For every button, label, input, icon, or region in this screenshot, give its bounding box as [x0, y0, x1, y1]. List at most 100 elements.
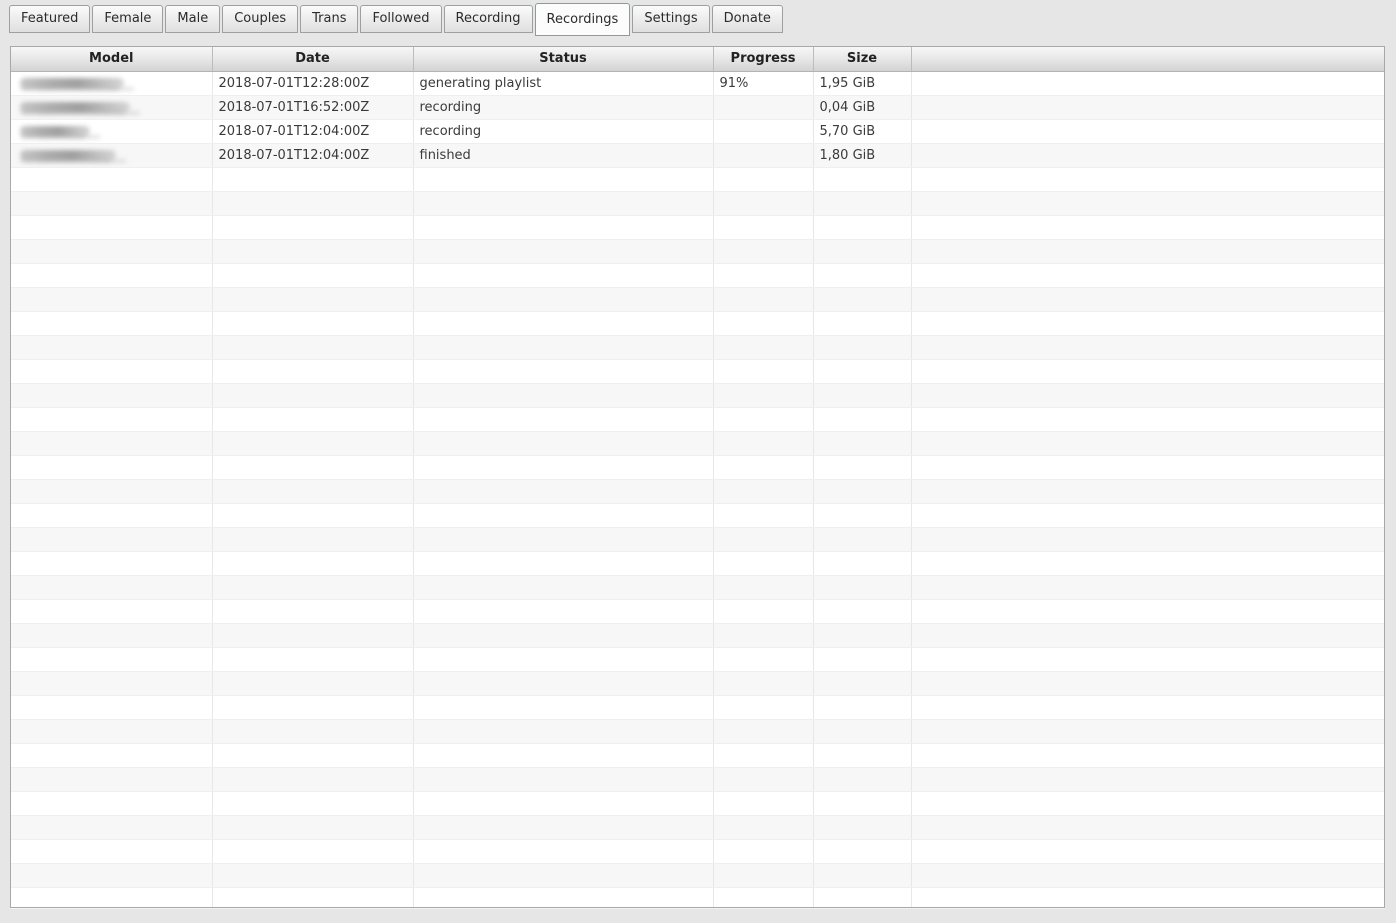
empty-cell [212, 527, 414, 552]
tab-followed[interactable]: Followed [360, 5, 442, 33]
cell-model [11, 95, 213, 120]
empty-cell [11, 431, 213, 456]
tab-male[interactable]: Male [165, 5, 221, 33]
tab-donate[interactable]: Donate [711, 5, 783, 33]
empty-cell [413, 455, 714, 480]
tab-recording[interactable]: Recording [443, 5, 533, 33]
empty-cell [713, 335, 814, 360]
empty-cell [813, 839, 912, 864]
empty-cell [911, 167, 1384, 192]
tab-female[interactable]: Female [92, 5, 164, 33]
empty-cell [813, 863, 912, 888]
empty-cell [11, 359, 213, 384]
empty-cell [713, 359, 814, 384]
empty-cell [11, 383, 213, 408]
empty-cell [413, 815, 714, 840]
cell-model [11, 143, 213, 168]
empty-cell [813, 767, 912, 792]
column-header-progress[interactable]: Progress [713, 47, 814, 72]
empty-row [11, 383, 1384, 408]
empty-cell [11, 215, 213, 240]
empty-cell [413, 551, 714, 576]
empty-cell [713, 311, 814, 336]
recording-row[interactable]: 2018-07-01T12:04:00Z finished 1,80 GiB [11, 143, 1384, 168]
empty-cell [11, 599, 213, 624]
empty-cell [11, 287, 213, 312]
empty-cell [713, 479, 814, 504]
cell-extra [911, 71, 1384, 96]
empty-cell [11, 863, 213, 888]
cell-size: 0,04 GiB [813, 95, 912, 120]
empty-cell [11, 527, 213, 552]
empty-cell [813, 575, 912, 600]
empty-cell [713, 887, 814, 907]
empty-cell [212, 623, 414, 648]
redacted-model-name [20, 126, 90, 136]
empty-cell [413, 791, 714, 816]
empty-cell [813, 191, 912, 216]
recording-row[interactable]: 2018-07-01T16:52:00Z recording 0,04 GiB [11, 95, 1384, 120]
tab-recordings[interactable]: Recordings [534, 3, 631, 36]
tab-trans[interactable]: Trans [300, 5, 359, 33]
empty-cell [713, 551, 814, 576]
empty-cell [413, 383, 714, 408]
cell-model [11, 71, 213, 96]
empty-cell [713, 671, 814, 696]
empty-cell [911, 215, 1384, 240]
recording-row[interactable]: 2018-07-01T12:04:00Z recording 5,70 GiB [11, 119, 1384, 144]
cell-progress: 91% [713, 71, 814, 96]
empty-cell [713, 863, 814, 888]
empty-cell [911, 407, 1384, 432]
empty-cell [911, 863, 1384, 888]
empty-cell [911, 791, 1384, 816]
empty-cell [911, 839, 1384, 864]
empty-cell [813, 239, 912, 264]
empty-cell [11, 239, 213, 264]
empty-cell [212, 167, 414, 192]
empty-cell [713, 743, 814, 768]
empty-cell [713, 719, 814, 744]
column-header-date[interactable]: Date [212, 47, 414, 72]
redacted-model-name [20, 102, 130, 112]
empty-cell [911, 455, 1384, 480]
empty-cell [911, 719, 1384, 744]
empty-cell [413, 167, 714, 192]
tab-couples[interactable]: Couples [222, 5, 299, 33]
empty-cell [212, 503, 414, 528]
empty-row [11, 455, 1384, 480]
empty-cell [713, 527, 814, 552]
empty-cell [911, 311, 1384, 336]
empty-row [11, 311, 1384, 336]
empty-cell [11, 671, 213, 696]
recording-row[interactable]: 2018-07-01T12:28:00Z generating playlist 9… [11, 71, 1384, 96]
cell-progress [713, 143, 814, 168]
empty-cell [212, 599, 414, 624]
cell-status: generating playlist [413, 71, 714, 96]
empty-cell [813, 791, 912, 816]
empty-row [11, 719, 1384, 744]
empty-cell [713, 647, 814, 672]
empty-cell [11, 743, 213, 768]
empty-cell [212, 215, 414, 240]
empty-row [11, 647, 1384, 672]
tab-featured[interactable]: Featured [9, 5, 91, 33]
column-header-model[interactable]: Model [11, 47, 213, 72]
empty-cell [813, 815, 912, 840]
empty-cell [911, 815, 1384, 840]
empty-cell [911, 287, 1384, 312]
empty-cell [813, 407, 912, 432]
empty-cell [212, 479, 414, 504]
empty-cell [713, 167, 814, 192]
empty-cell [713, 455, 814, 480]
empty-row [11, 575, 1384, 600]
empty-cell [413, 239, 714, 264]
empty-cell [911, 623, 1384, 648]
empty-cell [11, 479, 213, 504]
column-header-size[interactable]: Size [813, 47, 912, 72]
tab-settings[interactable]: Settings [632, 5, 710, 33]
empty-cell [11, 815, 213, 840]
column-header-status[interactable]: Status [413, 47, 714, 72]
empty-cell [813, 671, 912, 696]
empty-cell [11, 191, 213, 216]
empty-cell [813, 623, 912, 648]
